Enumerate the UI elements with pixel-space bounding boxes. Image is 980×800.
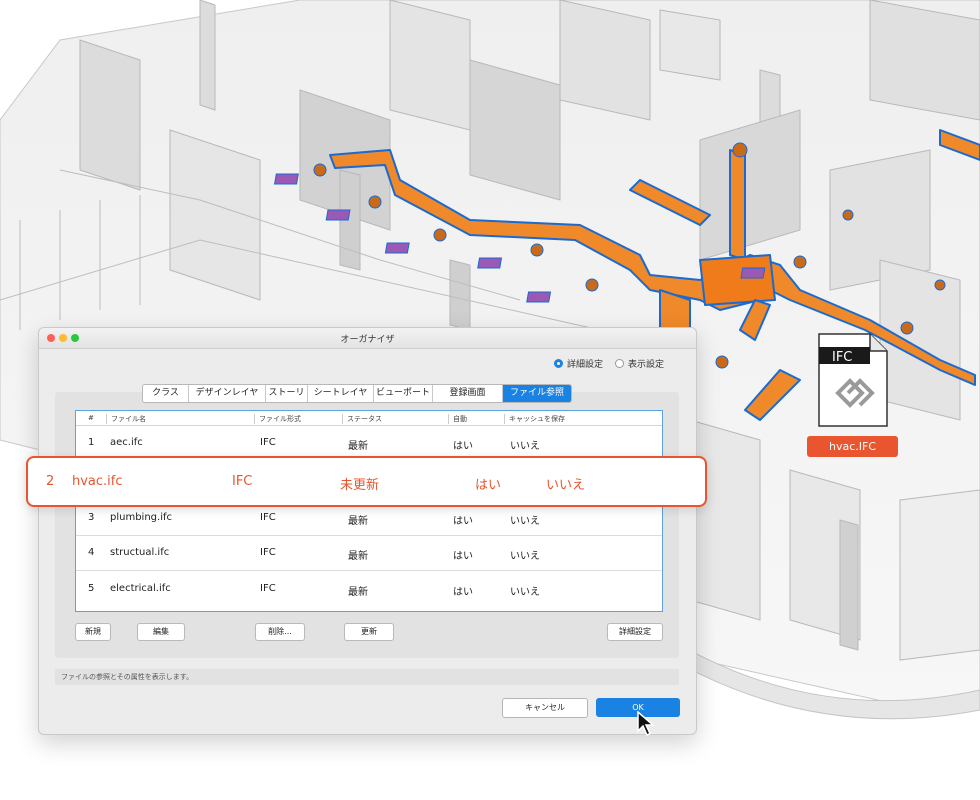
column-header-cache[interactable]: キャッシュを保存 <box>504 414 565 424</box>
tab-saved-views[interactable]: 登録画面 <box>433 385 503 402</box>
column-header-status[interactable]: ステータス <box>342 414 382 424</box>
tab-design-layers[interactable]: デザインレイヤ <box>189 385 266 402</box>
column-header-auto[interactable]: 自動 <box>448 414 467 424</box>
row-filename: electrical.ifc <box>110 583 171 594</box>
row-number: 5 <box>88 583 95 594</box>
column-header-filename[interactable]: ファイル名 <box>106 414 146 424</box>
content-panel: # ファイル名 ファイル形式 ステータス 自動 キャッシュを保存 1 aec.i… <box>55 392 679 658</box>
title-bar: オーガナイザ <box>39 328 696 349</box>
dialog-title: オーガナイザ <box>340 335 395 345</box>
row-number: 1 <box>88 437 95 448</box>
highlight-row-cache: いいえ <box>546 478 586 493</box>
row-status: 最新 <box>348 551 368 562</box>
column-header-number[interactable]: # <box>88 414 94 422</box>
row-format: IFC <box>260 512 276 523</box>
cancel-button[interactable]: キャンセル <box>502 698 588 718</box>
row-format: IFC <box>260 583 276 594</box>
radio-advanced-settings[interactable]: 詳細設定 <box>553 357 603 370</box>
edit-button[interactable]: 編集 <box>137 623 185 641</box>
organizer-dialog: オーガナイザ 詳細設定 表示設定 # ファイル名 ファイル形式 ステータス 自動… <box>38 327 697 735</box>
row-cache: いいえ <box>510 551 540 562</box>
table-header: # ファイル名 ファイル形式 ステータス 自動 キャッシュを保存 <box>76 411 662 426</box>
radio-display-label: 表示設定 <box>627 360 664 370</box>
details-button[interactable]: 詳細設定 <box>607 623 663 641</box>
row-status: 最新 <box>348 587 368 598</box>
radio-selected-icon <box>553 359 563 368</box>
view-mode-radio-group: 詳細設定 表示設定 <box>553 357 664 370</box>
row-cache: いいえ <box>510 516 540 527</box>
table-row[interactable]: 4 structual.ifc IFC 最新 はい いいえ <box>76 536 662 571</box>
row-number: 4 <box>88 547 95 558</box>
radio-display-settings[interactable]: 表示設定 <box>614 357 664 370</box>
tab-file-references[interactable]: ファイル参照 <box>503 385 571 402</box>
file-reference-table: # ファイル名 ファイル形式 ステータス 自動 キャッシュを保存 1 aec.i… <box>75 410 663 612</box>
new-button[interactable]: 新規 <box>75 623 111 641</box>
row-auto: はい <box>453 587 473 598</box>
tab-viewports[interactable]: ビューポート <box>374 385 433 402</box>
row-status: 最新 <box>348 441 368 452</box>
file-label-badge: hvac.IFC <box>807 436 898 457</box>
row-status: 最新 <box>348 516 368 527</box>
ifc-badge-text: IFC <box>832 350 852 365</box>
row-number: 3 <box>88 512 95 523</box>
radio-advanced-label: 詳細設定 <box>566 360 603 370</box>
row-cache: いいえ <box>510 441 540 452</box>
organizer-tab-bar: クラス デザインレイヤ ストーリ シートレイヤ ビューポート 登録画面 ファイル… <box>142 384 572 403</box>
tab-classes[interactable]: クラス <box>143 385 189 402</box>
update-button[interactable]: 更新 <box>344 623 394 641</box>
row-format: IFC <box>260 437 276 448</box>
row-filename: structual.ifc <box>110 547 170 558</box>
table-row[interactable]: 5 electrical.ifc IFC 最新 はい いいえ <box>76 572 662 606</box>
row-auto: はい <box>453 551 473 562</box>
tab-sheet-layers[interactable]: シートレイヤ <box>308 385 374 402</box>
row-auto: はい <box>453 516 473 527</box>
row-filename: aec.ifc <box>110 437 143 448</box>
radio-unselected-icon <box>614 359 624 368</box>
highlight-row-filename: hvac.ifc <box>72 474 123 489</box>
row-filename: plumbing.ifc <box>110 512 172 523</box>
highlight-row-status: 未更新 <box>340 478 380 493</box>
highlight-row-format: IFC <box>232 474 253 489</box>
delete-button[interactable]: 削除... <box>255 623 305 641</box>
row-auto: はい <box>453 441 473 452</box>
tab-stories[interactable]: ストーリ <box>266 385 308 402</box>
status-description: ファイルの参照とその属性を表示します。 <box>55 669 679 685</box>
mouse-cursor-icon <box>637 711 655 737</box>
highlight-row-number: 2 <box>46 474 55 489</box>
row-format: IFC <box>260 547 276 558</box>
highlighted-table-row[interactable]: 2 hvac.ifc IFC 未更新 はい いいえ <box>26 456 707 507</box>
row-cache: いいえ <box>510 587 540 598</box>
highlight-row-auto: はい <box>475 478 502 493</box>
ifc-file-icon: IFC <box>818 333 888 427</box>
column-header-format[interactable]: ファイル形式 <box>254 414 301 424</box>
